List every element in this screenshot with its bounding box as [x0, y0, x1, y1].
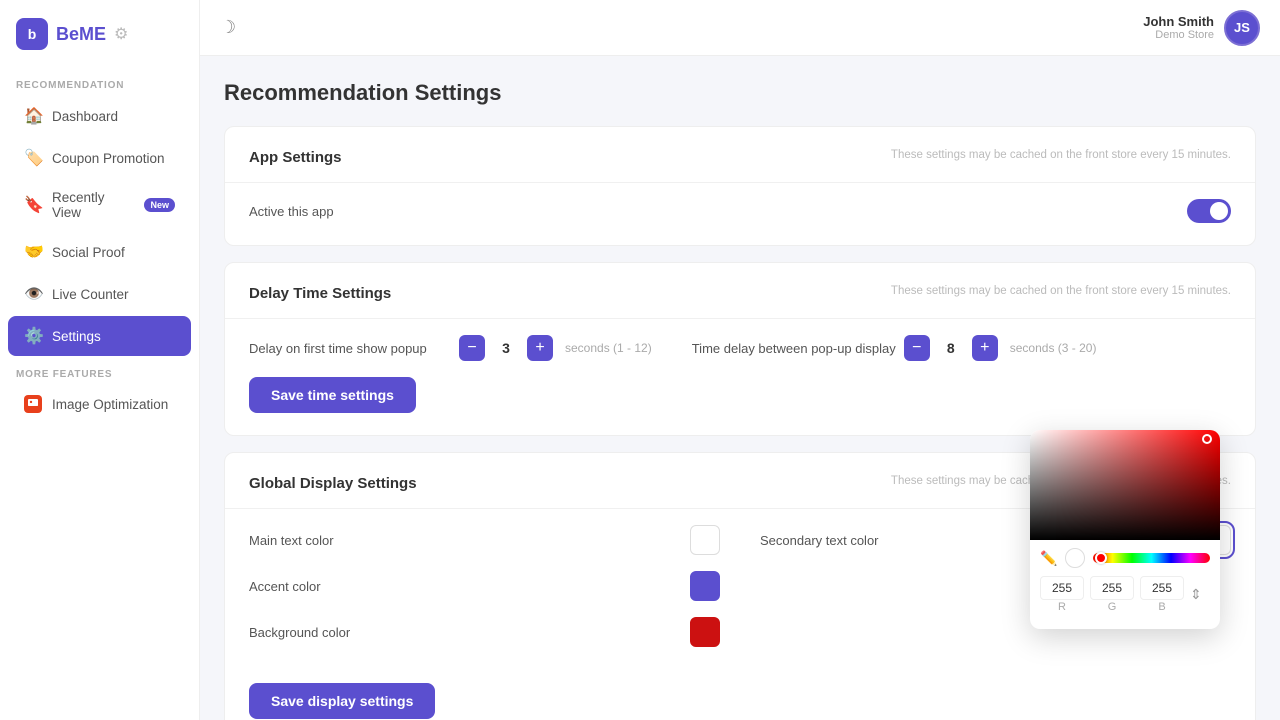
g-label: G [1108, 601, 1117, 613]
main-text-color-row: Main text color [249, 525, 720, 555]
accent-color-row: Accent color [249, 571, 720, 601]
color-picker-popup: ✏️ R G B ⇕ [1030, 430, 1220, 629]
active-app-label: Active this app [249, 204, 334, 219]
sidebar-item-live-counter[interactable]: 👁️ Live Counter [8, 274, 191, 314]
picker-arrows-icon[interactable]: ⇕ [1190, 586, 1202, 603]
new-badge: New [144, 198, 175, 212]
page-title: Recommendation Settings [224, 80, 1256, 106]
g-input[interactable] [1090, 576, 1134, 600]
section-recommendation-label: RECOMMENDATION [0, 68, 199, 95]
between-popup-label: Time delay between pop-up display [692, 341, 896, 356]
sidebar-item-coupon-promotion[interactable]: 🏷️ Coupon Promotion [8, 138, 191, 178]
first-popup-range: seconds (1 - 12) [565, 341, 652, 355]
between-popup-increment[interactable]: + [972, 335, 998, 361]
avatar[interactable]: JS [1224, 10, 1260, 46]
bg-color-swatch[interactable] [690, 617, 720, 647]
between-popup-decrement[interactable]: − [904, 335, 930, 361]
between-popup-range: seconds (3 - 20) [1010, 341, 1097, 355]
sidebar-item-label: Dashboard [52, 109, 118, 124]
delay-settings-hint: These settings may be cached on the fron… [891, 285, 1231, 297]
settings-gear-icon[interactable]: ⚙ [114, 24, 128, 44]
user-name: John Smith [1143, 14, 1214, 29]
active-app-toggle[interactable] [1187, 199, 1231, 223]
hue-thumb [1095, 552, 1107, 564]
r-input[interactable] [1040, 576, 1084, 600]
active-app-row: Active this app [249, 199, 1231, 223]
color-preview [1065, 548, 1085, 568]
user-info: John Smith Demo Store [1143, 14, 1214, 41]
delay-card-header: Delay Time Settings These settings may b… [249, 285, 1231, 302]
between-popup-group: Time delay between pop-up display − 8 + … [692, 335, 1097, 361]
main-text-color-label: Main text color [249, 533, 334, 548]
r-input-group: R [1040, 576, 1084, 613]
sidebar-item-label: Live Counter [52, 287, 129, 302]
first-popup-stepper: − 3 + [459, 335, 553, 361]
first-popup-group: − 3 + seconds (1 - 12) [459, 335, 652, 361]
sidebar-item-dashboard[interactable]: 🏠 Dashboard [8, 96, 191, 136]
sidebar-item-social-proof[interactable]: 🤝 Social Proof [8, 232, 191, 272]
sidebar-item-image-optimization[interactable]: Image Optimization [8, 385, 191, 423]
app-settings-hint: These settings may be cached on the fron… [891, 149, 1231, 161]
topbar: ☽ John Smith Demo Store JS [200, 0, 1280, 56]
eye-icon: 👁️ [24, 284, 42, 304]
card-header: App Settings These settings may be cache… [249, 149, 1231, 166]
eyedropper-icon[interactable]: ✏️ [1040, 550, 1057, 567]
first-popup-label: Delay on first time show popup [249, 341, 449, 356]
between-popup-value: 8 [936, 340, 966, 356]
accent-color-label: Accent color [249, 579, 321, 594]
sidebar-item-label: Coupon Promotion [52, 151, 165, 166]
first-popup-value: 3 [491, 340, 521, 356]
sidebar-item-label: Social Proof [52, 245, 125, 260]
hue-slider[interactable] [1093, 553, 1210, 563]
sidebar-item-label: Image Optimization [52, 397, 168, 412]
b-input[interactable] [1140, 576, 1184, 600]
delay-settings-title: Delay Time Settings [249, 285, 391, 302]
bookmark-icon: 🔖 [24, 195, 42, 215]
sidebar-item-recently-view[interactable]: 🔖 Recently View New [8, 180, 191, 230]
delay-controls-row: Delay on first time show popup − 3 + sec… [249, 335, 1231, 361]
main-text-color-swatch[interactable] [690, 525, 720, 555]
user-store: Demo Store [1143, 29, 1214, 41]
picker-rgb-row: R G B ⇕ [1030, 572, 1220, 617]
bg-color-full-row: Background color [249, 617, 720, 647]
b-input-group: B [1140, 576, 1184, 613]
first-popup-increment[interactable]: + [527, 335, 553, 361]
sidebar-item-label: Settings [52, 329, 101, 344]
display-settings-title: Global Display Settings [249, 475, 417, 492]
b-label: B [1158, 601, 1165, 613]
secondary-text-color-label: Secondary text color [760, 533, 879, 548]
dark-mode-icon[interactable]: ☽ [220, 17, 236, 38]
delay-groups: − 3 + seconds (1 - 12) Time delay betwee… [459, 335, 1231, 361]
save-time-settings-button[interactable]: Save time settings [249, 377, 416, 413]
delay-settings-card: Delay Time Settings These settings may b… [224, 262, 1256, 436]
logo-text: BeME [56, 24, 106, 45]
home-icon: 🏠 [24, 106, 42, 126]
g-input-group: G [1090, 576, 1134, 613]
save-display-settings-button[interactable]: Save display settings [249, 683, 435, 719]
r-label: R [1058, 601, 1066, 613]
tag-icon: 🏷️ [24, 148, 42, 168]
logo-icon: b [16, 18, 48, 50]
handshake-icon: 🤝 [24, 242, 42, 262]
accent-color-swatch[interactable] [690, 571, 720, 601]
section-more-label: MORE FEATURES [0, 357, 199, 384]
picker-hue-row: ✏️ [1030, 540, 1220, 572]
sidebar-item-settings[interactable]: ⚙️ Settings [8, 316, 191, 356]
picker-cursor [1202, 434, 1212, 444]
first-popup-decrement[interactable]: − [459, 335, 485, 361]
bg-color-label: Background color [249, 625, 350, 640]
gear-icon: ⚙️ [24, 326, 42, 346]
topbar-right: John Smith Demo Store JS [1143, 10, 1260, 46]
sidebar-item-label: Recently View [52, 190, 130, 220]
app-settings-title: App Settings [249, 149, 342, 166]
sidebar-logo: b BeME ⚙ [0, 0, 199, 68]
sidebar: b BeME ⚙ RECOMMENDATION 🏠 Dashboard 🏷️ C… [0, 0, 200, 720]
image-optimization-icon [24, 395, 42, 413]
topbar-left: ☽ [220, 17, 236, 38]
app-settings-card: App Settings These settings may be cache… [224, 126, 1256, 246]
picker-canvas[interactable] [1030, 430, 1220, 540]
between-popup-stepper: − 8 + [904, 335, 998, 361]
